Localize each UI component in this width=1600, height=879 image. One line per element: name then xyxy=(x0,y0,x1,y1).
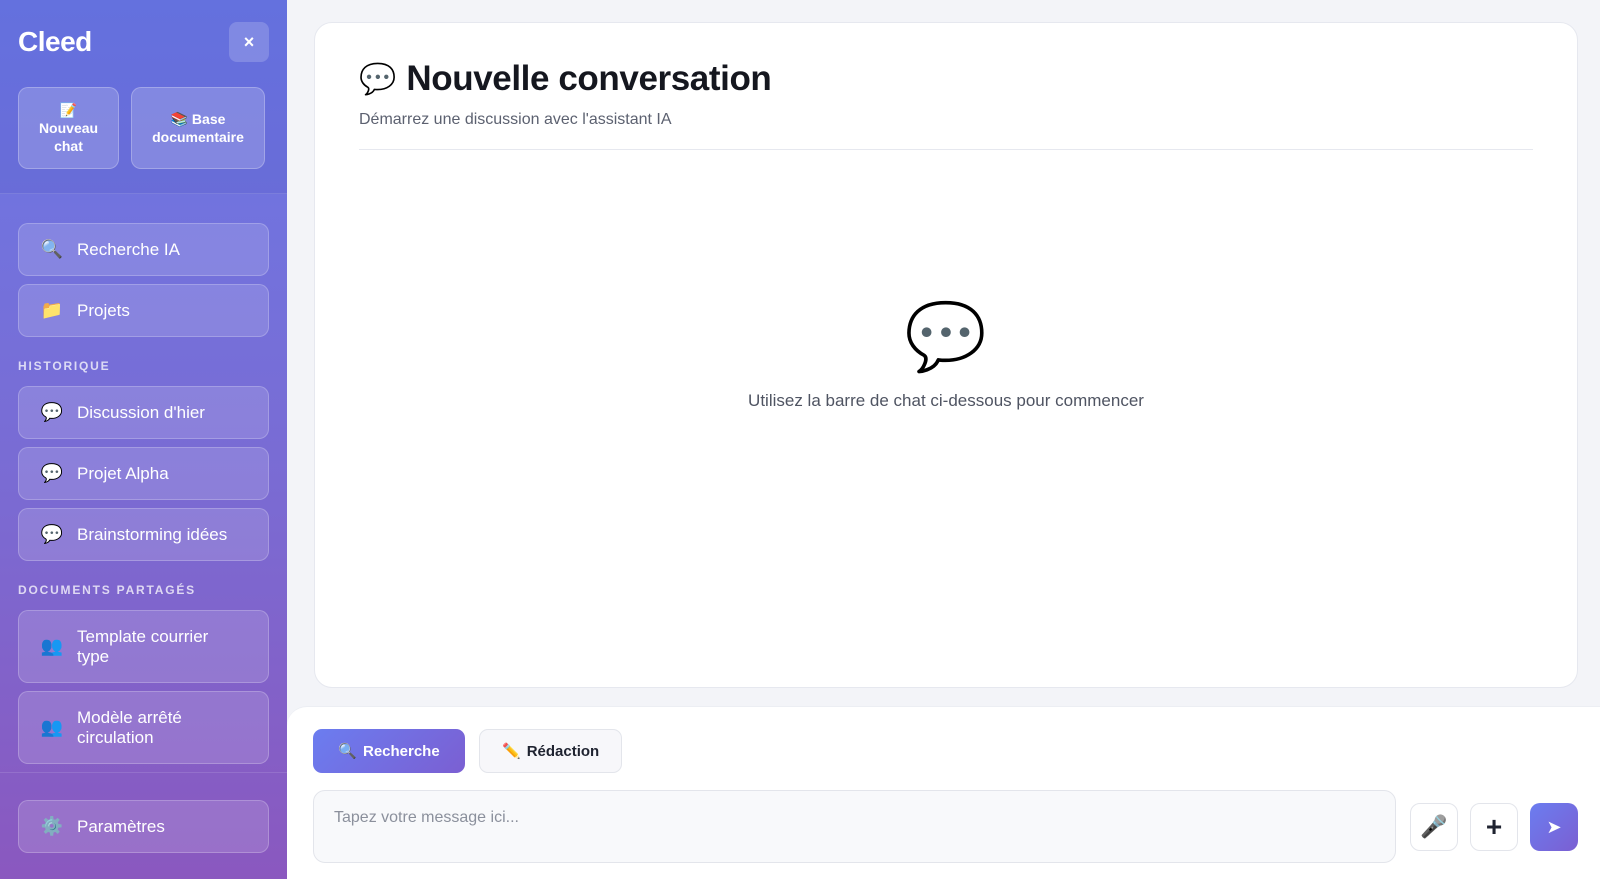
speech-bubble-icon: 💬 xyxy=(359,62,397,96)
books-icon: 📚 xyxy=(170,111,189,127)
close-sidebar-button[interactable]: × xyxy=(229,22,269,62)
new-chat-label-line2: chat xyxy=(54,138,83,154)
knowledge-base-label-line1: Base xyxy=(191,111,226,127)
empty-state-text: Utilisez la barre de chat ci-dessous pou… xyxy=(748,391,1144,410)
sidebar-item-projects[interactable]: 📁 Projets xyxy=(18,284,269,337)
search-icon: 🔍 xyxy=(338,743,357,760)
sidebar-header: Cleed × 📝 Nouveau chat 📚 Base documentai… xyxy=(0,0,287,194)
speech-bubble-icon: 💬 xyxy=(904,299,988,373)
history-item[interactable]: 💬 Brainstorming idées xyxy=(18,508,269,561)
history-item[interactable]: 💬 Discussion d'hier xyxy=(18,386,269,439)
shared-doc-label-line1: Modèle arrêté xyxy=(77,707,182,727)
knowledge-base-label-line2: documentaire xyxy=(152,129,244,145)
speech-bubble-icon: 💬 xyxy=(40,524,64,544)
divider xyxy=(359,149,1533,150)
settings-button[interactable]: ⚙️ Paramètres xyxy=(18,800,269,853)
folder-icon: 📁 xyxy=(40,300,64,320)
new-chat-button[interactable]: 📝 Nouveau chat xyxy=(18,87,119,169)
mode-selector: 🔍 Recherche ✏️ Rédaction xyxy=(313,729,623,773)
conversation-panel: 💬 Nouvelle conversation Démarrez une dis… xyxy=(314,22,1578,688)
microphone-button[interactable]: 🎤 xyxy=(1410,803,1458,851)
message-input[interactable] xyxy=(313,790,1396,863)
sidebar-item-label: Projets xyxy=(77,300,130,320)
history-item-label: Brainstorming idées xyxy=(77,524,228,544)
page-subtitle: Démarrez une discussion avec l'assistant… xyxy=(359,111,672,128)
empty-state: 💬 Utilisez la barre de chat ci-dessous p… xyxy=(315,303,1577,411)
sidebar-item-label: Recherche IA xyxy=(77,239,180,259)
gear-icon: ⚙️ xyxy=(40,816,64,836)
microphone-icon: 🎤 xyxy=(1420,814,1448,839)
shared-doc-label-line1: Template courrier xyxy=(77,626,209,646)
new-chat-label-line1: Nouveau xyxy=(38,120,99,136)
attach-button[interactable]: + xyxy=(1470,803,1518,851)
sidebar-nav: 🔍 Recherche IA 📁 Projets HISTORIQUE 💬 Di… xyxy=(0,194,287,772)
chat-composer: 🔍 Recherche ✏️ Rédaction 🎤 + ➤ xyxy=(287,706,1600,879)
pencil-icon: ✏️ xyxy=(502,743,521,760)
plus-icon: + xyxy=(1485,811,1503,842)
settings-label: Paramètres xyxy=(77,816,165,836)
knowledge-base-button[interactable]: 📚 Base documentaire xyxy=(131,87,265,169)
mode-label: Recherche xyxy=(362,742,440,760)
sidebar-footer: ⚙️ Paramètres xyxy=(0,772,287,879)
history-item-label: Projet Alpha xyxy=(77,463,169,483)
app-logo: Cleed xyxy=(18,26,92,57)
speech-bubble-icon: 💬 xyxy=(40,402,64,422)
page-title: Nouvelle conversation xyxy=(406,59,772,98)
shared-docs-section-label: DOCUMENTS PARTAGÉS xyxy=(18,583,196,597)
mode-writing-button[interactable]: ✏️ Rédaction xyxy=(479,729,623,773)
memo-icon: 📝 xyxy=(59,102,78,118)
history-section-label: HISTORIQUE xyxy=(18,359,111,373)
sidebar-item-ai-search[interactable]: 🔍 Recherche IA xyxy=(18,223,269,276)
send-button[interactable]: ➤ xyxy=(1530,803,1578,851)
mode-label: Rédaction xyxy=(526,742,600,760)
send-icon: ➤ xyxy=(1546,816,1562,837)
sidebar: Cleed × 📝 Nouveau chat 📚 Base documentai… xyxy=(0,0,287,879)
mode-search-button[interactable]: 🔍 Recherche xyxy=(313,729,465,773)
users-icon: 👥 xyxy=(40,717,64,737)
shared-doc-label-line2: circulation xyxy=(77,727,154,747)
shared-doc-label-line2: type xyxy=(77,646,110,666)
speech-bubble-icon: 💬 xyxy=(40,463,64,483)
shared-doc-item[interactable]: 👥 Modèle arrêté circulation xyxy=(18,691,269,764)
close-icon: × xyxy=(243,31,255,52)
users-icon: 👥 xyxy=(40,636,64,656)
shared-doc-item[interactable]: 👥 Template courrier type xyxy=(18,610,269,683)
history-item-label: Discussion d'hier xyxy=(77,402,205,422)
search-icon: 🔍 xyxy=(40,239,64,259)
history-item[interactable]: 💬 Projet Alpha xyxy=(18,447,269,500)
